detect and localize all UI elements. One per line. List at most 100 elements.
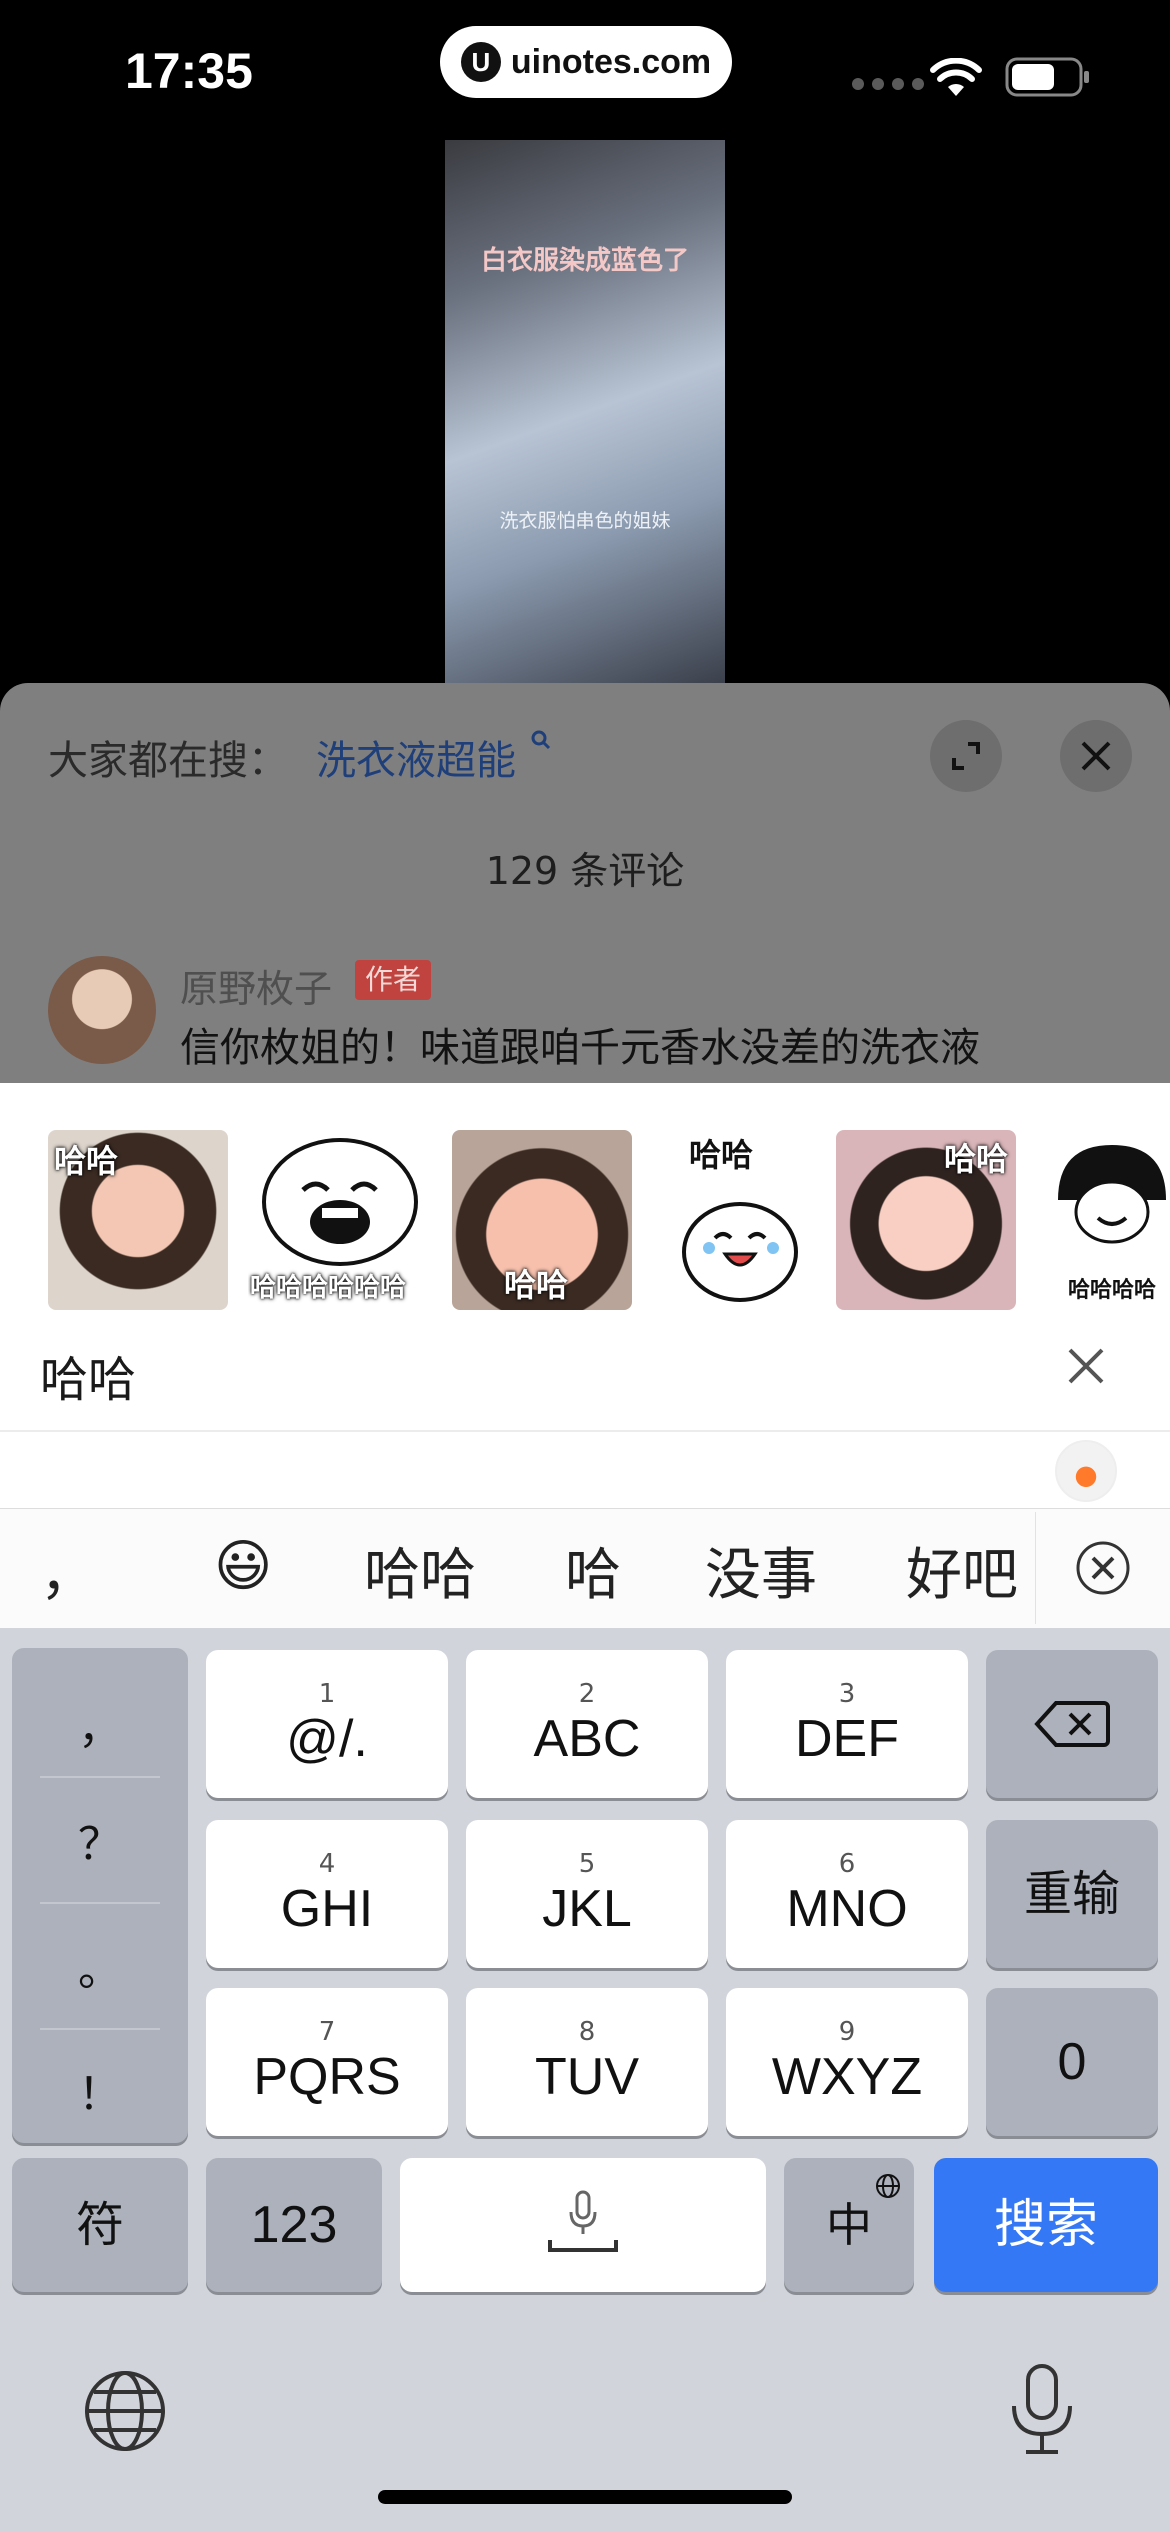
key-8[interactable]: 8 TUV	[466, 1988, 708, 2136]
hot-search-term: 洗衣液超能	[316, 738, 516, 784]
candidate-item[interactable]: 哈	[565, 1530, 621, 1611]
sticker-item[interactable]: 哈哈哈哈	[1050, 1130, 1170, 1310]
key-number: 2	[578, 1679, 596, 1709]
close-icon	[1068, 1348, 1104, 1384]
key-7[interactable]: 7 PQRS	[206, 1988, 448, 2136]
backspace-key[interactable]	[986, 1650, 1158, 1798]
expand-button[interactable]	[930, 720, 1002, 792]
key-number: 4	[318, 1849, 336, 1879]
globe-icon[interactable]	[82, 2368, 168, 2454]
key-number: 5	[578, 1849, 596, 1879]
sticker-label: 哈哈	[54, 1142, 119, 1180]
key-label: DEF	[795, 1710, 899, 1768]
key-number: 7	[318, 2017, 336, 2047]
key-6[interactable]: 6 MNO	[726, 1820, 968, 1968]
candidate-item[interactable]: 哈哈	[364, 1530, 476, 1611]
battery-icon	[1005, 57, 1089, 97]
globe-icon	[876, 2174, 900, 2198]
key-label: JKL	[542, 1880, 632, 1938]
sticker-label: 哈哈哈哈哈哈	[250, 1273, 407, 1303]
search-icon	[531, 730, 550, 750]
sticker-item[interactable]: 哈哈	[452, 1130, 632, 1310]
retype-key[interactable]: 重输	[986, 1820, 1158, 1968]
key-label: WXYZ	[771, 2048, 923, 2106]
divider	[0, 1430, 1170, 1432]
sticker-label: 哈哈哈哈	[1068, 1278, 1157, 1303]
key-label: ABC	[533, 1710, 641, 1768]
author-badge: 作者	[355, 960, 432, 1000]
video-caption: 白衣服染成蓝色了	[480, 246, 689, 276]
uinotes-logo-icon: U	[460, 42, 501, 82]
punct-key-comma[interactable]: ，	[12, 1662, 188, 1786]
key-1[interactable]: 1 @/.	[206, 1650, 448, 1798]
key-label: 0	[1057, 2033, 1087, 2091]
sticker-label: 哈哈	[943, 1140, 1008, 1178]
key-label: 重输	[1023, 1866, 1120, 1922]
key-label: MNO	[786, 1880, 908, 1938]
punct-key-exclamation[interactable]: ！	[12, 2028, 188, 2152]
key-2[interactable]: 2 ABC	[466, 1650, 708, 1798]
comment-count: 129 条评论	[485, 849, 685, 893]
candidate-item[interactable]: 没事	[705, 1530, 817, 1611]
avatar[interactable]	[48, 956, 156, 1064]
key-number: 8	[578, 2017, 596, 2047]
video-thumbnail[interactable]	[445, 140, 725, 685]
key-label: GHI	[280, 1880, 374, 1938]
key-number: 1	[318, 1679, 336, 1709]
key-label: 123	[250, 2196, 338, 2254]
symbols-key[interactable]: 符	[12, 2158, 188, 2292]
sticker-label: 哈哈	[504, 1266, 569, 1304]
key-number: 9	[838, 2017, 856, 2047]
home-indicator	[378, 2490, 792, 2504]
candidate-dismiss-button[interactable]	[1035, 1512, 1170, 1624]
candidate-emoji[interactable]: 😃	[214, 1534, 272, 1599]
bowl-cut-meme-icon	[1058, 1145, 1166, 1244]
url-text: uinotes.com	[510, 42, 712, 81]
key-5[interactable]: 5 JKL	[466, 1820, 708, 1968]
close-icon	[1081, 741, 1111, 771]
sticker-label: 哈哈	[689, 1136, 754, 1174]
key-9[interactable]: 9 WXYZ	[726, 1988, 968, 2136]
hot-search-label: 大家都在搜：	[48, 738, 288, 784]
key-3[interactable]: 3 DEF	[726, 1650, 968, 1798]
expand-icon	[952, 742, 980, 770]
circle-close-icon	[1076, 1541, 1130, 1595]
sticker-item[interactable]: 哈哈哈哈哈哈	[248, 1130, 428, 1310]
sticker-item[interactable]: 哈哈	[836, 1130, 1016, 1310]
url-pill[interactable]: U uinotes.com	[440, 26, 732, 98]
close-sheet-button[interactable]	[1060, 720, 1132, 792]
candidate-item[interactable]: 好吧	[906, 1530, 1018, 1611]
backspace-icon	[1034, 1701, 1110, 1747]
mascot-icon[interactable]	[1055, 1440, 1117, 1502]
wifi-icon	[930, 58, 982, 96]
key-label: 符	[75, 2197, 124, 2253]
clear-query-button[interactable]	[1060, 1340, 1112, 1392]
candidate-item[interactable]: ，	[40, 1530, 96, 1611]
status-time: 17:35	[125, 43, 253, 99]
key-number: 6	[838, 1849, 856, 1879]
key-label: @/.	[286, 1710, 368, 1768]
comment-text: 信你枚姐的！味道跟咱千元香水没差的洗衣液	[180, 1025, 980, 1071]
hot-search-link[interactable]: 洗衣液超能	[316, 728, 553, 786]
punct-key-question[interactable]: ？	[12, 1778, 188, 1902]
sticker-item[interactable]: 哈哈	[48, 1130, 228, 1310]
key-4[interactable]: 4 GHI	[206, 1820, 448, 1968]
video-subcaption: 洗衣服怕串色的姐妹	[499, 510, 671, 532]
space-mic-icon	[548, 2190, 618, 2252]
microphone-icon[interactable]	[1004, 2362, 1080, 2458]
comment-user-name[interactable]: 原野枚子	[180, 958, 332, 1013]
space-key[interactable]	[400, 2158, 766, 2292]
search-key[interactable]: 搜索	[934, 2158, 1158, 2292]
sticker-item[interactable]: 哈哈	[645, 1130, 825, 1310]
key-label: PQRS	[253, 2048, 401, 2106]
sticker-search-query[interactable]: 哈哈	[40, 1340, 136, 1410]
key-number: 3	[838, 1679, 856, 1709]
numbers-key[interactable]: 123	[206, 2158, 382, 2292]
punct-key-period[interactable]: 。	[12, 1904, 188, 2028]
key-label: 搜索	[993, 2195, 1098, 2255]
cellular-signal-icon	[852, 78, 924, 90]
meme-face-icon	[262, 1138, 418, 1266]
key-0[interactable]: 0	[986, 1988, 1158, 2136]
key-label: TUV	[535, 2048, 639, 2106]
language-key[interactable]: 中	[784, 2158, 914, 2292]
